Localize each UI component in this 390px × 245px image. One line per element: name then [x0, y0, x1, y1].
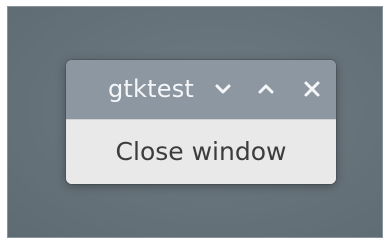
close-icon[interactable] — [301, 78, 323, 100]
window-titlebar[interactable]: gtktest — [66, 60, 336, 119]
chevron-up-icon[interactable] — [255, 78, 277, 100]
window-content: Close window — [66, 119, 336, 184]
chevron-down-icon[interactable] — [212, 78, 234, 100]
close-window-button[interactable]: Close window — [66, 120, 336, 184]
screen: gtktest Close window — [0, 0, 390, 245]
app-window: gtktest Close window — [66, 60, 336, 184]
window-title: gtktest — [108, 75, 195, 103]
